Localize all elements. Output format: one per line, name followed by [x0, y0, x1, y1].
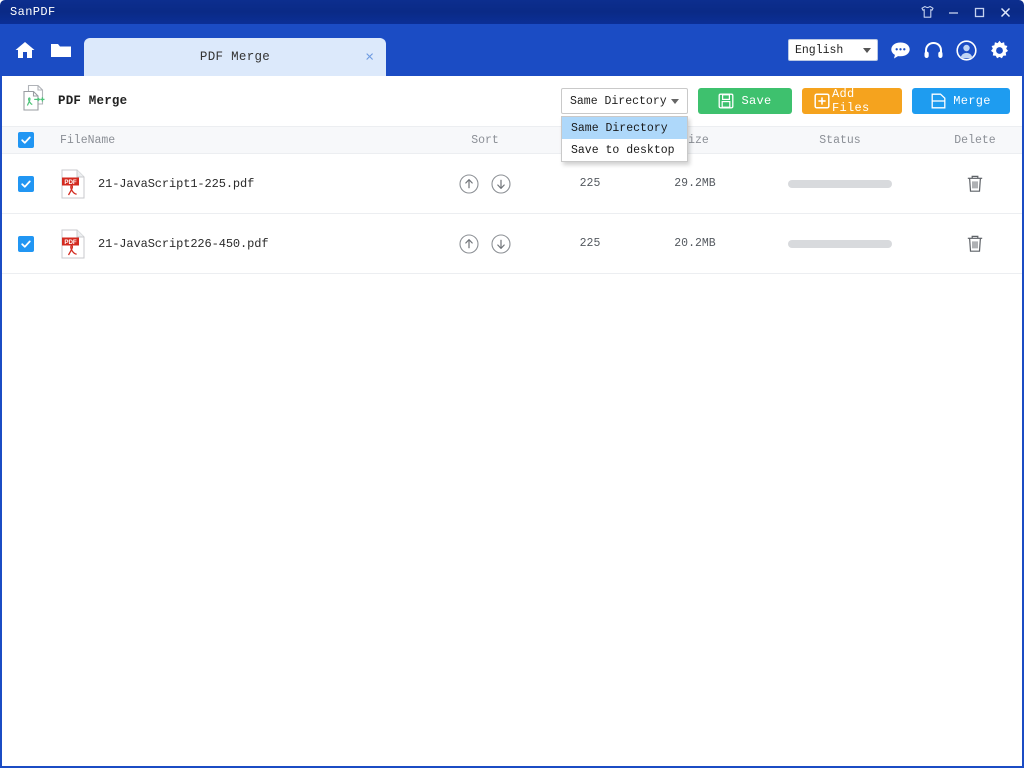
tab-bar: PDF Merge × English: [0, 24, 1024, 76]
save-location-select[interactable]: Same Directory Same Directory Save to de…: [561, 88, 688, 162]
row-pagenum: 225: [579, 237, 601, 250]
account-icon[interactable]: [956, 39, 977, 61]
table-row[interactable]: PDF 21-JavaScript226-450.pdf 225 20.2MB: [2, 214, 1022, 274]
row-checkbox[interactable]: [2, 235, 50, 252]
select-all-checkbox[interactable]: [2, 132, 50, 148]
floppy-disk-icon: [718, 93, 734, 109]
status-progress-bar: [788, 179, 892, 188]
support-icon[interactable]: [923, 41, 944, 60]
module-toolbar: PDF Merge Same Directory Same Directory …: [2, 76, 1022, 162]
header-sort: Sort: [471, 133, 499, 147]
header-filename: FileName: [60, 133, 116, 147]
move-up-button[interactable]: [459, 173, 479, 194]
status-progress-bar: [788, 239, 892, 248]
header-status: Status: [819, 133, 861, 147]
move-down-button[interactable]: [491, 233, 511, 254]
row-checkbox[interactable]: [2, 175, 50, 192]
folder-icon[interactable]: [50, 41, 72, 59]
save-location-dropdown[interactable]: Same Directory Save to desktop: [561, 116, 688, 162]
filename-label: 21-JavaScript1-225.pdf: [98, 176, 255, 191]
move-up-button[interactable]: [459, 233, 479, 254]
filename-label: 21-JavaScript226-450.pdf: [98, 236, 269, 251]
app-window: SanPDF PDF Merge × English PDF Merge Sam…: [0, 0, 1024, 768]
row-pagenum: 225: [579, 177, 601, 190]
plus-square-icon: [814, 93, 830, 109]
dropdown-option-same-directory[interactable]: Same Directory: [562, 117, 687, 139]
row-filename-cell: PDF 21-JavaScript1-225.pdf: [50, 169, 430, 199]
language-select[interactable]: English: [788, 39, 878, 61]
chevron-down-icon: [863, 47, 871, 53]
language-value: English: [795, 43, 844, 57]
row-size: 29.2MB: [674, 177, 716, 190]
merge-button[interactable]: Merge: [912, 88, 1010, 114]
row-status-cell: [750, 239, 930, 248]
table-row[interactable]: PDF 21-JavaScript1-225.pdf 225 29.2MB: [2, 154, 1022, 214]
feedback-icon[interactable]: [890, 41, 911, 60]
settings-icon[interactable]: [989, 40, 1010, 61]
merge-button-label: Merge: [953, 94, 991, 108]
row-delete-cell: [930, 234, 1020, 253]
pdf-file-icon: PDF: [60, 169, 86, 199]
row-status-cell: [750, 179, 930, 188]
tab-label: PDF Merge: [199, 50, 271, 64]
save-location-value: Same Directory: [570, 94, 667, 108]
tab-pdf-merge[interactable]: PDF Merge ×: [84, 38, 386, 76]
minimize-icon[interactable]: [940, 0, 966, 24]
save-button[interactable]: Save: [698, 88, 792, 114]
module-title-label: PDF Merge: [58, 94, 128, 108]
row-delete-cell: [930, 174, 1020, 193]
row-sort-cell: [430, 233, 540, 254]
save-button-label: Save: [741, 94, 772, 108]
home-icon[interactable]: [14, 40, 36, 60]
skin-icon[interactable]: [914, 0, 940, 24]
add-files-button[interactable]: Add Files: [802, 87, 902, 115]
move-down-button[interactable]: [491, 173, 511, 194]
app-title: SanPDF: [10, 5, 56, 19]
dropdown-option-save-to-desktop[interactable]: Save to desktop: [562, 139, 687, 161]
trash-icon[interactable]: [930, 234, 1020, 253]
tab-close-icon[interactable]: ×: [365, 50, 374, 65]
trash-icon[interactable]: [930, 174, 1020, 193]
add-files-button-label: Add Files: [832, 87, 870, 115]
pdf-merge-icon: [20, 84, 48, 119]
svg-text:PDF: PDF: [64, 178, 77, 185]
table-header-row: FileName Sort PageNum Size Status Delete: [2, 126, 1022, 154]
content-area: PDF Merge Same Directory Same Directory …: [0, 76, 1024, 768]
row-sort-cell: [430, 173, 540, 194]
row-filename-cell: PDF 21-JavaScript226-450.pdf: [50, 229, 430, 259]
checkbox-checked-icon: [18, 235, 34, 252]
toolbar-actions: Same Directory Same Directory Save to de…: [561, 87, 1010, 162]
checkbox-checked-icon: [18, 175, 34, 192]
nav-icon-group: [0, 24, 72, 76]
close-icon[interactable]: [992, 0, 1018, 24]
module-header: PDF Merge: [20, 84, 127, 119]
maximize-icon[interactable]: [966, 0, 992, 24]
header-delete: Delete: [954, 133, 996, 147]
pdf-file-icon: PDF: [60, 229, 86, 259]
checkbox-checked-icon: [18, 132, 34, 148]
merge-page-icon: [931, 93, 946, 109]
top-right-controls: English: [788, 24, 1024, 76]
title-bar: SanPDF: [0, 0, 1024, 24]
svg-text:PDF: PDF: [64, 238, 77, 245]
row-size: 20.2MB: [674, 237, 716, 250]
chevron-down-icon: [671, 98, 679, 104]
